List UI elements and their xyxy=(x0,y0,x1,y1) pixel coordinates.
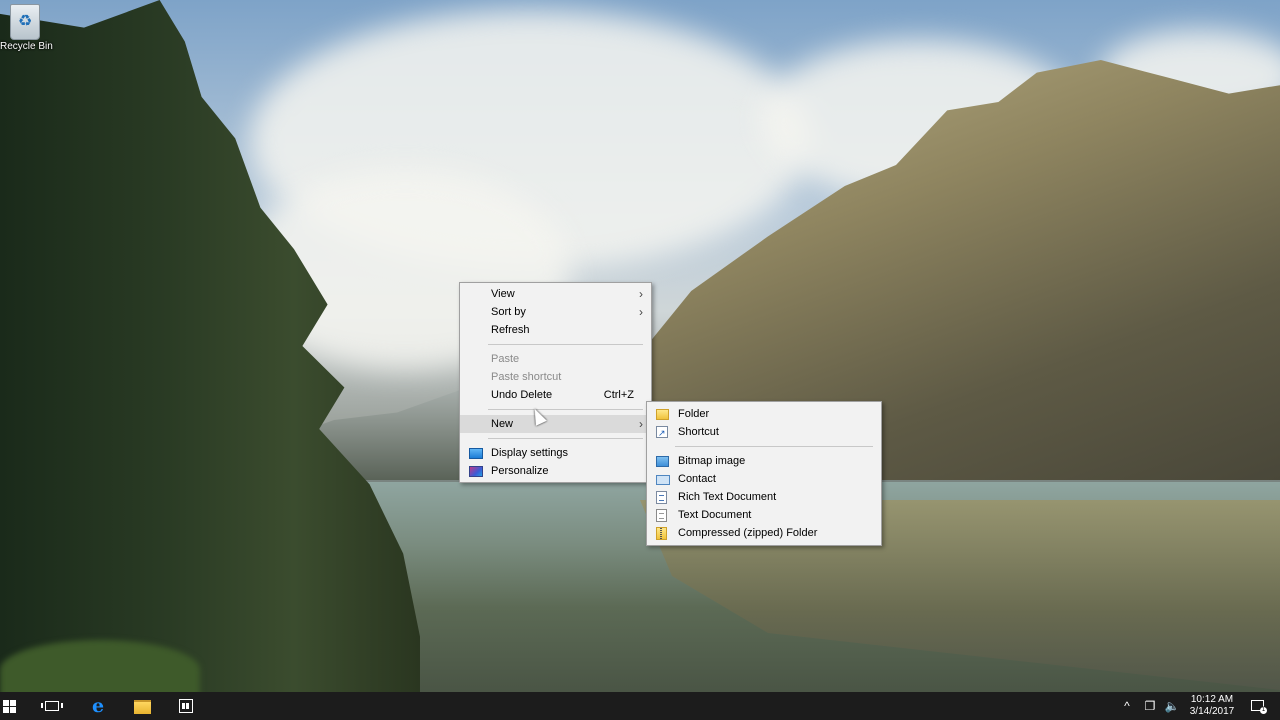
personalize-icon xyxy=(469,466,483,477)
submenu-item-compressed-folder[interactable]: Compressed (zipped) Folder xyxy=(647,524,881,542)
submenu-item-bitmap-image[interactable]: Bitmap image xyxy=(647,452,881,470)
new-submenu: Folder Shortcut Bitmap image Contact Ric… xyxy=(646,401,882,546)
store-button[interactable] xyxy=(164,692,208,720)
recycle-bin-label: Recycle Bin xyxy=(0,41,53,52)
menu-item-new[interactable]: New › xyxy=(460,415,651,433)
menu-item-label: New xyxy=(491,418,514,430)
file-explorer-icon xyxy=(134,700,151,714)
menu-item-label: Text Document xyxy=(678,509,752,521)
menu-item-label: Paste shortcut xyxy=(491,371,562,383)
submenu-item-contact[interactable]: Contact xyxy=(647,470,881,488)
menu-item-label: Bitmap image xyxy=(678,455,746,467)
chevron-up-icon: ^ xyxy=(1124,699,1130,713)
menu-separator xyxy=(488,409,643,410)
rich-text-icon xyxy=(656,491,667,504)
menu-separator xyxy=(488,344,643,345)
menu-item-paste-shortcut: Paste shortcut xyxy=(460,368,651,386)
submenu-item-rich-text-document[interactable]: Rich Text Document xyxy=(647,488,881,506)
network-tray-button[interactable]: ❐ xyxy=(1140,692,1160,720)
chevron-right-icon: › xyxy=(639,287,643,301)
store-icon xyxy=(179,699,193,713)
display-icon xyxy=(469,448,483,459)
desktop-context-menu: View › Sort by › Refresh Paste Paste sho… xyxy=(459,282,652,483)
action-center-button[interactable]: 1 xyxy=(1246,692,1270,720)
speaker-icon: 🔈 xyxy=(1164,699,1180,713)
menu-item-label: Contact xyxy=(678,473,716,485)
start-button[interactable] xyxy=(0,692,20,720)
shortcut-icon xyxy=(656,424,668,442)
menu-item-label: Display settings xyxy=(491,447,569,459)
notification-badge: 1 xyxy=(1260,707,1267,714)
zip-folder-icon xyxy=(656,527,667,540)
menu-separator xyxy=(675,446,873,447)
menu-item-label: View xyxy=(491,288,515,300)
menu-item-label: Sort by xyxy=(491,306,526,318)
menu-item-label: Undo Delete xyxy=(491,389,553,401)
taskbar: e ^ ❐ 🔈 10:12 AM 3/14/2017 1 xyxy=(0,692,1280,720)
submenu-item-text-document[interactable]: Text Document xyxy=(647,506,881,524)
show-hidden-icons-button[interactable]: ^ xyxy=(1118,692,1136,720)
chevron-right-icon: › xyxy=(639,305,643,319)
network-icon: ❐ xyxy=(1144,699,1156,713)
menu-item-label: Rich Text Document xyxy=(678,491,777,503)
clock-date: 3/14/2017 xyxy=(1189,706,1235,717)
menu-item-label: Shortcut xyxy=(678,426,719,438)
submenu-item-shortcut[interactable]: Shortcut xyxy=(647,423,881,442)
folder-icon xyxy=(656,409,669,420)
menu-item-paste: Paste xyxy=(460,350,651,368)
menu-item-label: Compressed (zipped) Folder xyxy=(678,527,818,539)
menu-item-shortcut: Ctrl+Z xyxy=(603,389,634,401)
task-view-icon xyxy=(41,701,63,711)
recycle-bin-icon: ♻ xyxy=(10,4,40,40)
chevron-right-icon: › xyxy=(639,417,643,431)
task-view-button[interactable] xyxy=(30,692,74,720)
submenu-item-folder[interactable]: Folder xyxy=(647,405,881,423)
recycle-bin-shortcut[interactable]: ♻ Recycle Bin xyxy=(0,2,53,58)
contact-icon xyxy=(656,475,670,485)
menu-item-sort-by[interactable]: Sort by › xyxy=(460,303,651,321)
menu-item-label: Personalize xyxy=(491,465,549,477)
menu-item-undo-delete[interactable]: Undo Delete Ctrl+Z xyxy=(460,386,651,404)
bush xyxy=(0,640,200,692)
text-document-icon xyxy=(656,509,667,522)
clock-time: 10:12 AM xyxy=(1190,694,1234,705)
taskbar-clock[interactable]: 10:12 AM 3/14/2017 xyxy=(1184,694,1240,718)
menu-item-display-settings[interactable]: Display settings xyxy=(460,444,651,462)
menu-item-label: Refresh xyxy=(491,324,530,336)
menu-item-label: Paste xyxy=(491,353,520,365)
menu-separator xyxy=(488,438,643,439)
windows-logo-icon xyxy=(3,700,16,713)
menu-item-view[interactable]: View › xyxy=(460,285,651,303)
file-explorer-button[interactable] xyxy=(120,692,164,720)
bitmap-icon xyxy=(656,456,669,467)
menu-item-label: Folder xyxy=(678,408,710,420)
menu-item-refresh[interactable]: Refresh xyxy=(460,321,651,339)
menu-item-personalize[interactable]: Personalize xyxy=(460,462,651,480)
edge-icon: e xyxy=(91,695,105,717)
volume-tray-button[interactable]: 🔈 xyxy=(1162,692,1182,720)
edge-browser-button[interactable]: e xyxy=(76,692,120,720)
